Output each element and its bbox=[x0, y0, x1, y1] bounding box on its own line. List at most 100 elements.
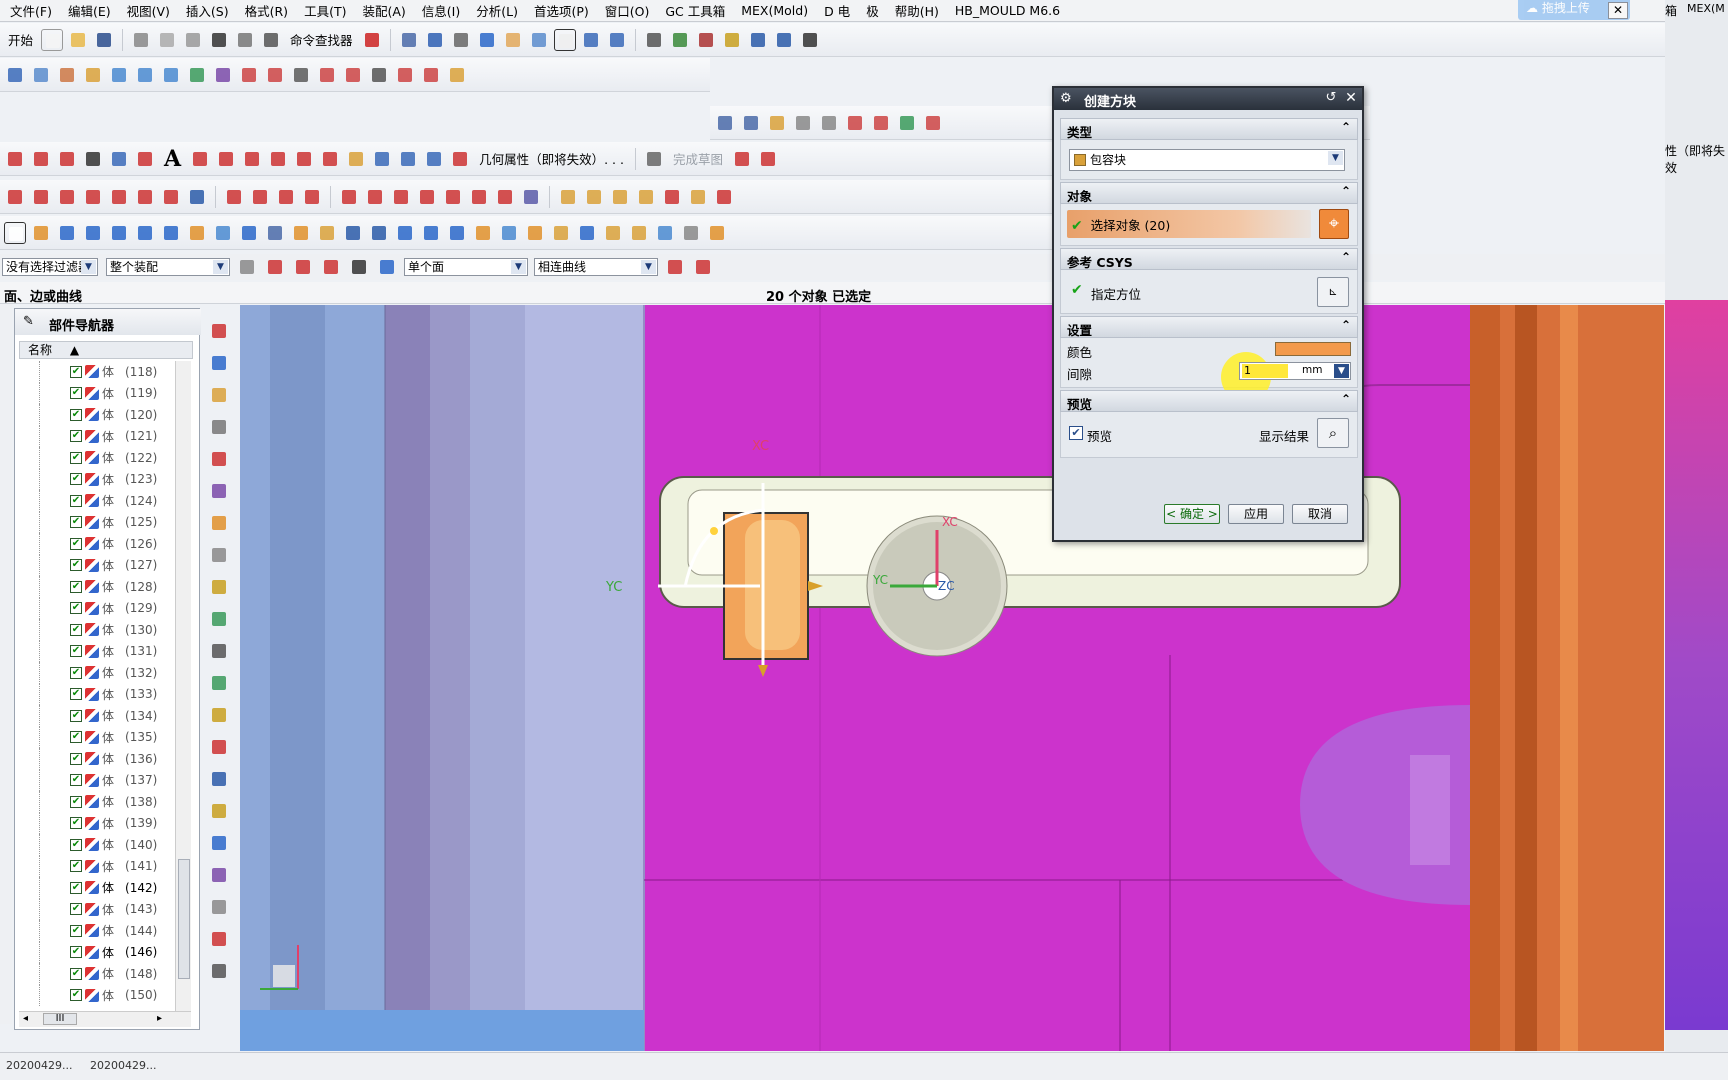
visibility-checkbox[interactable]: ✔ bbox=[70, 537, 82, 550]
tree-row-body[interactable]: ✔ 体 (150) bbox=[39, 984, 175, 1006]
pattern-face-icon[interactable] bbox=[628, 222, 650, 244]
rectangle-icon[interactable] bbox=[82, 148, 104, 170]
chevron-up-icon[interactable]: ⌃ bbox=[1341, 250, 1351, 264]
color-swatch[interactable] bbox=[1275, 342, 1351, 356]
circle-tool-icon[interactable] bbox=[56, 186, 78, 208]
tree-row-body[interactable]: ✔ 体 (134) bbox=[39, 705, 175, 727]
grid-icon[interactable] bbox=[773, 29, 795, 51]
paste-face-icon[interactable] bbox=[706, 222, 728, 244]
select-object-row[interactable]: ✔ 选择对象 (20) bbox=[1067, 210, 1311, 238]
section-settings[interactable]: 设置 ⌃ bbox=[1060, 316, 1358, 338]
mold-tool-3-icon[interactable] bbox=[766, 112, 788, 134]
helix-icon[interactable] bbox=[56, 148, 78, 170]
dialog-gear-icon[interactable]: ⚙ bbox=[1060, 91, 1072, 106]
resource-paint-icon[interactable] bbox=[208, 864, 230, 886]
resource-role-icon[interactable] bbox=[208, 608, 230, 630]
select-icon[interactable] bbox=[398, 29, 420, 51]
info-icon[interactable] bbox=[643, 29, 665, 51]
visibility-checkbox[interactable]: ✔ bbox=[70, 387, 82, 400]
extract-body-icon[interactable] bbox=[316, 222, 338, 244]
rib-icon[interactable] bbox=[290, 222, 312, 244]
start-menu-button[interactable]: 开始 bbox=[8, 30, 33, 49]
window-style-icon[interactable] bbox=[553, 28, 576, 51]
tree-row-body[interactable]: ✔ 体 (129) bbox=[39, 597, 175, 619]
trim-body-icon[interactable] bbox=[160, 64, 182, 86]
geometric-attributes-button[interactable]: 几何属性（即将失效）. . . bbox=[479, 149, 624, 168]
slot-icon[interactable] bbox=[238, 222, 260, 244]
fillet-tool-icon[interactable] bbox=[82, 186, 104, 208]
menu-gc-toolbox[interactable]: GC 工具箱 bbox=[657, 1, 733, 20]
visibility-checkbox[interactable]: ✔ bbox=[70, 580, 82, 593]
menu-insert[interactable]: 插入(S) bbox=[178, 1, 237, 20]
visibility-checkbox[interactable]: ✔ bbox=[70, 451, 82, 464]
tree-row-body[interactable]: ✔ 体 (118) bbox=[39, 361, 175, 383]
tree-row-body[interactable]: ✔ 体 (137) bbox=[39, 769, 175, 791]
edit-curve-icon[interactable] bbox=[371, 148, 393, 170]
resource-tool-icon[interactable] bbox=[208, 672, 230, 694]
revolve-icon[interactable] bbox=[108, 64, 130, 86]
visibility-checkbox[interactable]: ✔ bbox=[70, 688, 82, 701]
curve-trim-icon[interactable] bbox=[223, 186, 245, 208]
visibility-checkbox[interactable]: ✔ bbox=[70, 516, 82, 529]
mold-tool-5-icon[interactable] bbox=[818, 112, 840, 134]
resource-reuse-icon[interactable] bbox=[208, 416, 230, 438]
tree-row-body[interactable]: ✔ 体 (128) bbox=[39, 576, 175, 598]
select-all-icon[interactable] bbox=[320, 256, 342, 278]
visibility-checkbox[interactable]: ✔ bbox=[70, 623, 82, 636]
visibility-checkbox[interactable]: ✔ bbox=[70, 817, 82, 830]
gap-input[interactable]: 1 mm ▼ bbox=[1239, 362, 1351, 380]
plane-icon[interactable] bbox=[30, 64, 52, 86]
offset-curve-icon[interactable] bbox=[108, 148, 130, 170]
model-view-svg[interactable]: XC YC XC YC ZC bbox=[240, 305, 1664, 1051]
resource-palette-icon[interactable] bbox=[208, 576, 230, 598]
sheet-icon[interactable] bbox=[4, 221, 26, 244]
menu-tools[interactable]: 工具(T) bbox=[296, 1, 354, 20]
move-face-icon[interactable] bbox=[602, 222, 624, 244]
chamfer-icon[interactable] bbox=[290, 64, 312, 86]
visibility-checkbox[interactable]: ✔ bbox=[70, 559, 82, 572]
tree-row-body[interactable]: ✔ 体 (122) bbox=[39, 447, 175, 469]
menu-view[interactable]: 视图(V) bbox=[119, 1, 178, 20]
menu-ji[interactable]: 极 bbox=[858, 1, 887, 20]
pull-face-icon[interactable] bbox=[576, 222, 598, 244]
tree-row-body[interactable]: ✔ 体 (144) bbox=[39, 920, 175, 942]
menu-assembly[interactable]: 装配(A) bbox=[354, 1, 413, 20]
wcs-icon[interactable] bbox=[528, 29, 550, 51]
blend-icon[interactable] bbox=[264, 64, 286, 86]
arc-center-icon[interactable] bbox=[442, 186, 464, 208]
filter-icon[interactable] bbox=[236, 256, 258, 278]
measure-icon[interactable] bbox=[695, 29, 717, 51]
tree-row-body[interactable]: ✔ 体 (141) bbox=[39, 855, 175, 877]
resource-mold-icon[interactable] bbox=[208, 640, 230, 662]
mesh-icon[interactable] bbox=[186, 64, 208, 86]
bridge-curve-icon[interactable] bbox=[241, 148, 263, 170]
visibility-checkbox[interactable]: ✔ bbox=[70, 430, 82, 443]
circle-tangent-icon[interactable] bbox=[390, 186, 412, 208]
line-tool-icon[interactable] bbox=[4, 186, 26, 208]
split-body-icon[interactable] bbox=[394, 222, 416, 244]
visibility-checkbox[interactable]: ✔ bbox=[70, 494, 82, 507]
mold-tool-7-icon[interactable] bbox=[870, 112, 892, 134]
mold-tool-9-icon[interactable] bbox=[922, 112, 944, 134]
circle-radius-icon[interactable] bbox=[416, 186, 438, 208]
menu-edit[interactable]: 编辑(E) bbox=[60, 1, 119, 20]
visibility-checkbox[interactable]: ✔ bbox=[70, 602, 82, 615]
sweep-icon[interactable] bbox=[134, 64, 156, 86]
fit-view-icon[interactable] bbox=[424, 29, 446, 51]
resource-constraint-icon[interactable] bbox=[208, 352, 230, 374]
section-reference-csys[interactable]: 参考 CSYS ⌃ bbox=[1060, 248, 1358, 270]
datum-icon[interactable] bbox=[56, 64, 78, 86]
resource-std-icon[interactable] bbox=[208, 960, 230, 982]
mold-tool-1-icon[interactable] bbox=[714, 112, 736, 134]
graphics-viewport[interactable]: XC YC XC YC ZC bbox=[240, 305, 1664, 1051]
menu-help[interactable]: 帮助(H) bbox=[887, 1, 947, 20]
menu-mex-mold[interactable]: MEX(Mold) bbox=[733, 3, 816, 18]
transform-icon[interactable] bbox=[606, 29, 628, 51]
arc-icon[interactable] bbox=[4, 148, 26, 170]
replace-face-icon[interactable] bbox=[446, 222, 468, 244]
project-curve-icon[interactable] bbox=[189, 148, 211, 170]
tree-row-body[interactable]: ✔ 体 (139) bbox=[39, 812, 175, 834]
tree-row-body[interactable]: ✔ 体 (123) bbox=[39, 468, 175, 490]
chevron-up-icon[interactable]: ⌃ bbox=[1341, 120, 1351, 134]
rect-select-icon[interactable] bbox=[348, 256, 370, 278]
